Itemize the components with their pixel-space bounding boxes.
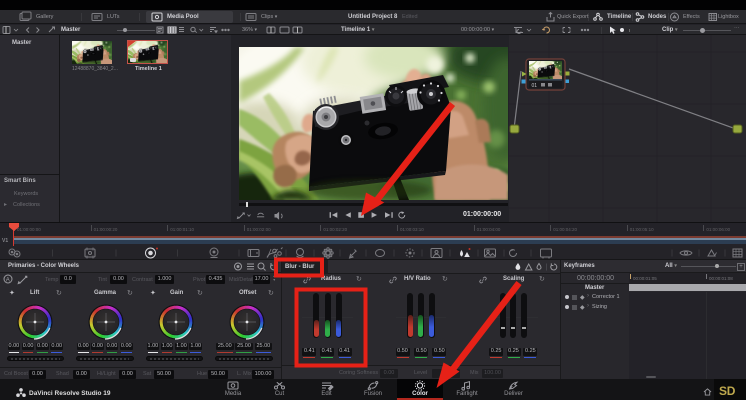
svg-text:01: 01 (532, 83, 538, 89)
svg-text:A: A (6, 277, 10, 283)
